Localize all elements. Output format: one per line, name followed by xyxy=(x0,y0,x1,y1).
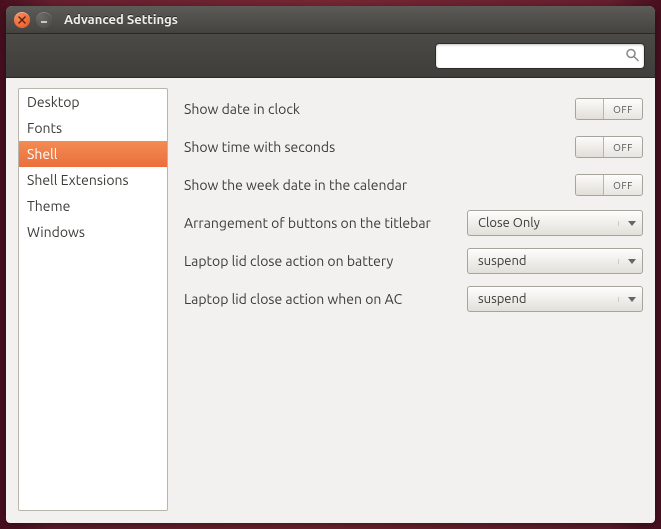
search-field-wrap xyxy=(435,43,645,69)
setting-row-button-arrangement: Arrangement of buttons on the titlebar C… xyxy=(184,204,643,242)
setting-label: Show date in clock xyxy=(184,101,300,117)
sidebar-item-theme[interactable]: Theme xyxy=(19,193,167,219)
dropdown-value: suspend xyxy=(478,254,618,268)
toggle-knob xyxy=(576,99,604,119)
toggle-knob xyxy=(576,175,604,195)
dropdown-lid-ac[interactable]: suspend xyxy=(467,286,643,312)
window-minimize-button[interactable] xyxy=(36,12,52,28)
search-input[interactable] xyxy=(435,43,645,69)
settings-window: Advanced Settings Desktop Fonts Shell Sh… xyxy=(6,6,655,523)
setting-row-week-date: Show the week date in the calendar OFF xyxy=(184,166,643,204)
titlebar[interactable]: Advanced Settings xyxy=(6,6,655,34)
toggle-state-label: OFF xyxy=(604,180,642,191)
category-sidebar: Desktop Fonts Shell Shell Extensions The… xyxy=(18,88,168,511)
toggle-state-label: OFF xyxy=(604,142,642,153)
minimize-icon xyxy=(40,16,48,24)
setting-label: Laptop lid close action when on AC xyxy=(184,291,402,307)
sidebar-item-shell-extensions[interactable]: Shell Extensions xyxy=(19,167,167,193)
chevron-down-icon xyxy=(618,221,636,226)
close-icon xyxy=(18,16,26,24)
sidebar-item-label: Theme xyxy=(27,198,70,214)
toggle-show-date[interactable]: OFF xyxy=(575,98,643,120)
dropdown-value: Close Only xyxy=(478,216,618,230)
chevron-down-icon xyxy=(618,259,636,264)
search-icon xyxy=(625,47,639,64)
dropdown-lid-battery[interactable]: suspend xyxy=(467,248,643,274)
sidebar-item-label: Shell xyxy=(27,146,57,162)
toggle-show-seconds[interactable]: OFF xyxy=(575,136,643,158)
setting-label: Show time with seconds xyxy=(184,139,335,155)
setting-row-lid-ac: Laptop lid close action when on AC suspe… xyxy=(184,280,643,318)
dropdown-button-arrangement[interactable]: Close Only xyxy=(467,210,643,236)
chevron-down-icon xyxy=(618,297,636,302)
settings-panel: Show date in clock OFF Show time with se… xyxy=(184,88,643,511)
setting-label: Show the week date in the calendar xyxy=(184,177,407,193)
sidebar-item-label: Desktop xyxy=(27,94,80,110)
sidebar-item-shell[interactable]: Shell xyxy=(19,141,167,167)
dropdown-value: suspend xyxy=(478,292,618,306)
setting-label: Arrangement of buttons on the titlebar xyxy=(184,215,431,231)
setting-row-show-seconds: Show time with seconds OFF xyxy=(184,128,643,166)
sidebar-item-fonts[interactable]: Fonts xyxy=(19,115,167,141)
sidebar-item-label: Fonts xyxy=(27,120,62,136)
toggle-knob xyxy=(576,137,604,157)
window-close-button[interactable] xyxy=(14,12,30,28)
sidebar-item-label: Shell Extensions xyxy=(27,172,129,188)
window-title: Advanced Settings xyxy=(64,13,178,27)
setting-row-lid-battery: Laptop lid close action on battery suspe… xyxy=(184,242,643,280)
content-area: Desktop Fonts Shell Shell Extensions The… xyxy=(6,78,655,523)
toggle-state-label: OFF xyxy=(604,104,642,115)
sidebar-item-windows[interactable]: Windows xyxy=(19,219,167,245)
setting-row-show-date: Show date in clock OFF xyxy=(184,90,643,128)
toolbar xyxy=(6,34,655,78)
sidebar-item-desktop[interactable]: Desktop xyxy=(19,89,167,115)
setting-label: Laptop lid close action on battery xyxy=(184,253,393,269)
sidebar-item-label: Windows xyxy=(27,224,85,240)
toggle-week-date[interactable]: OFF xyxy=(575,174,643,196)
